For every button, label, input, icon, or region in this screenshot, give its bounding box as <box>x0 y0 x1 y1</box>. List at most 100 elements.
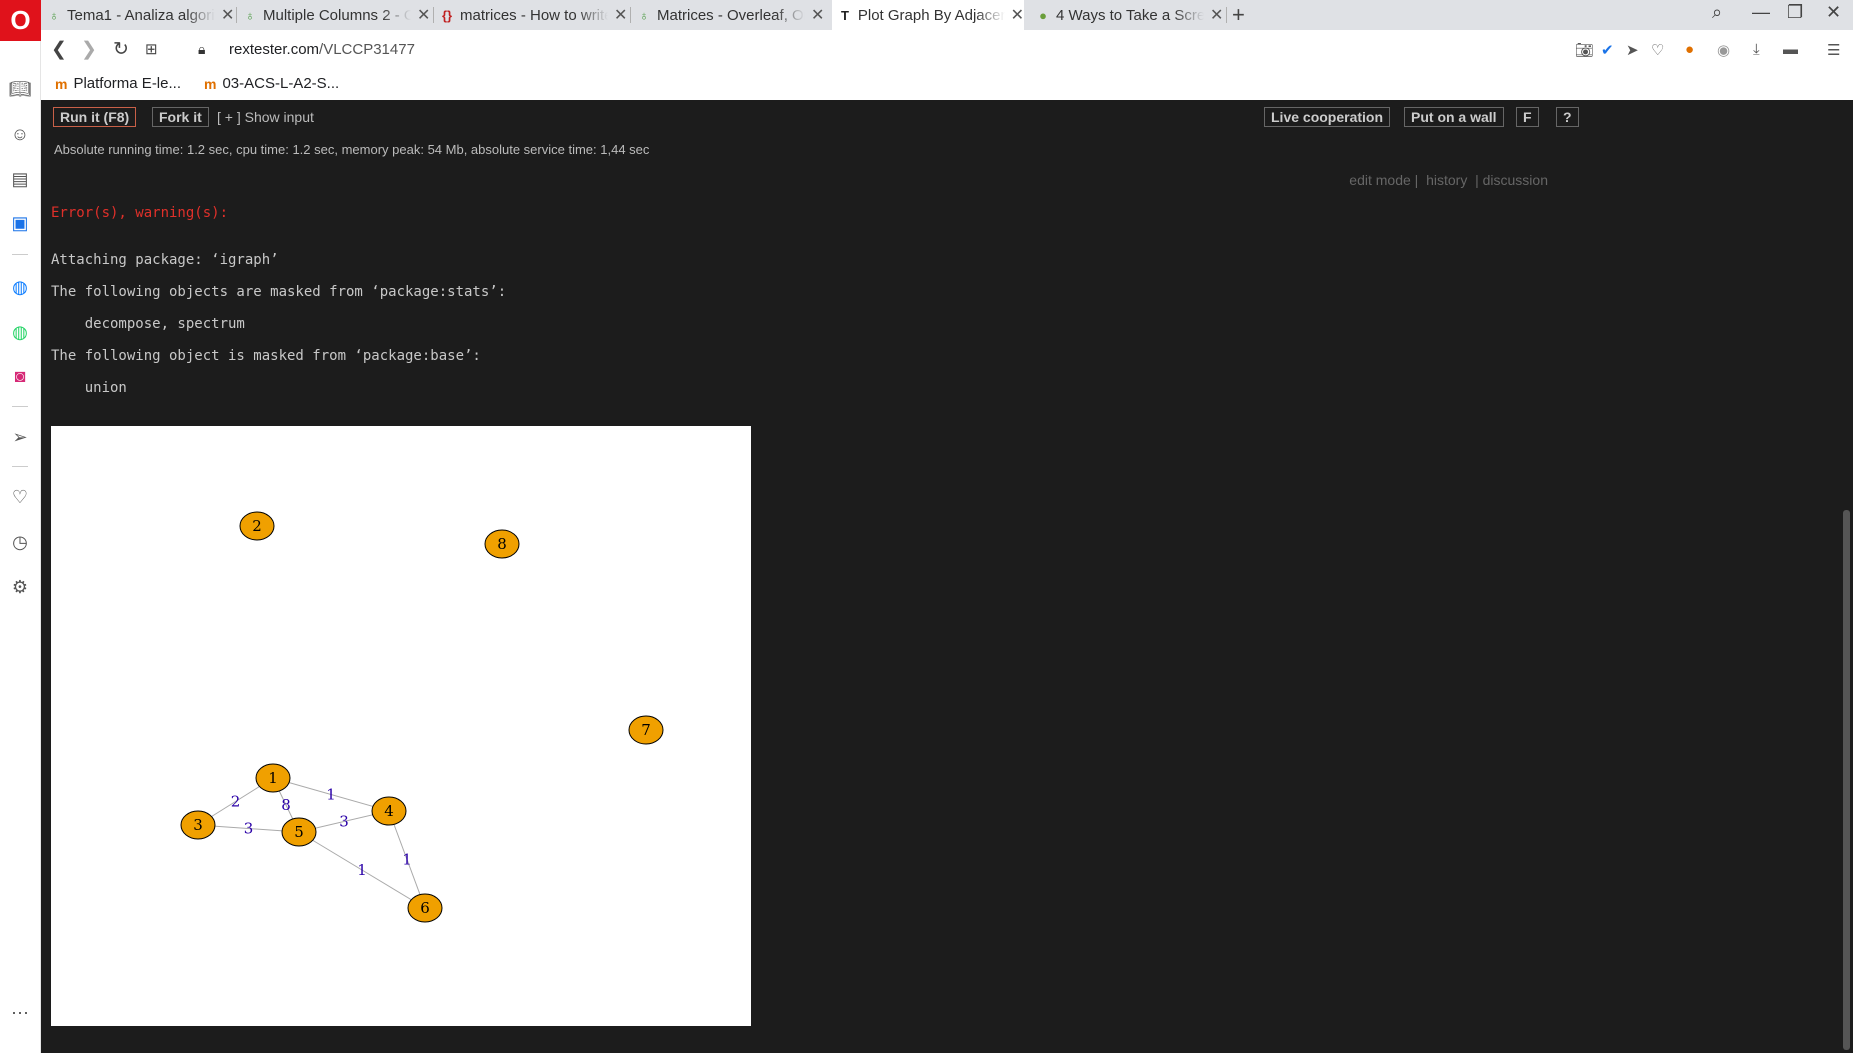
back-icon[interactable]: ❮ <box>51 38 67 61</box>
send-icon[interactable]: ➢ <box>8 425 32 449</box>
more-icon[interactable]: ⋯ <box>8 1001 32 1025</box>
tab-title: Tema1 - Analiza algoritmilor <box>67 6 215 24</box>
close-icon[interactable]: ✕ <box>1210 5 1223 25</box>
output-line: The following object is masked from ‘pac… <box>51 348 481 364</box>
f-button[interactable]: F <box>1516 107 1539 127</box>
tab-grid-icon[interactable]: ⊞ <box>145 40 158 58</box>
tab-bar: ♁ Tema1 - Analiza algoritmilor ✕ ♁ Multi… <box>0 0 1853 30</box>
close-icon[interactable]: ✕ <box>811 5 824 25</box>
error-title: Error(s), warning(s): <box>51 205 229 221</box>
tab-separator <box>1226 7 1227 23</box>
graph-node-label: 7 <box>641 721 651 739</box>
book-icon[interactable]: 📖︎ <box>8 77 32 101</box>
graph-node-label: 3 <box>193 816 203 834</box>
discussion-link[interactable]: | discussion <box>1475 172 1548 188</box>
tab-1[interactable]: ♁ Multiple Columns 2 - Overleaf ✕ <box>237 0 433 30</box>
search-tabs-icon[interactable]: ⌕ <box>1712 2 1722 23</box>
graph-node-label: 5 <box>294 823 304 841</box>
output-line: union <box>51 380 127 396</box>
battery-icon[interactable]: ▬ <box>1783 41 1798 58</box>
forward-icon[interactable]: ❯ <box>81 38 97 61</box>
settings-icon[interactable]: ⚙ <box>8 575 32 599</box>
graph-edge-label: 1 <box>357 861 367 879</box>
lock-icon[interactable]: 🔒︎ <box>198 41 205 58</box>
page-content: Run it (F8) Fork it [ + ] Show input Liv… <box>41 100 1853 1053</box>
tab-title: 4 Ways to Take a Screenshot <box>1056 6 1204 24</box>
help-button[interactable]: ? <box>1556 107 1579 127</box>
overleaf-icon: ♁ <box>49 7 59 23</box>
close-icon[interactable]: ✕ <box>417 5 430 25</box>
instagram-icon[interactable]: ◙ <box>8 364 32 388</box>
smiley-icon[interactable]: ☺ <box>8 122 32 146</box>
scrollbar[interactable] <box>1840 100 1853 1053</box>
new-tab-button[interactable]: + <box>1232 2 1245 28</box>
graph-edge-label: 3 <box>244 820 254 838</box>
history-link[interactable]: history <box>1426 172 1467 188</box>
tab-5[interactable]: ● 4 Ways to Take a Screenshot ✕ <box>1030 0 1226 30</box>
graph-svg: 2 183 31112345678 <box>180 511 664 923</box>
graph-node-label: 4 <box>384 802 394 820</box>
graph-edge-label: 2 <box>231 793 241 811</box>
opera-sidebar: 📖︎ ☺ ▤ ▣ ◍ ◍ ◙ ➢ ♡ ◷ ⚙ ⋯ <box>0 41 41 1053</box>
minimize-icon[interactable]: — <box>1752 2 1770 23</box>
stackexchange-icon: {} <box>441 7 453 23</box>
shield-check-icon[interactable]: ✔ <box>1601 41 1614 59</box>
vpn-icon[interactable]: ● <box>1685 41 1694 58</box>
graph-plot: 218331112345678 <box>51 426 751 1026</box>
reload-icon[interactable]: ↻ <box>113 38 129 61</box>
overleaf-icon: ♁ <box>245 7 255 23</box>
restore-icon[interactable]: ❐ <box>1787 2 1803 23</box>
output-line: decompose, spectrum <box>51 316 245 332</box>
graph-edge-label: 1 <box>402 851 412 869</box>
bookmark-label: 03-ACS-L-A2-S... <box>222 75 340 92</box>
whatsapp-icon[interactable]: ◍ <box>8 320 32 344</box>
tab-4[interactable]: T Plot Graph By Adjacency ✕ <box>832 0 1024 30</box>
run-button[interactable]: Run it (F8) <box>53 107 137 127</box>
close-icon[interactable]: ✕ <box>221 5 234 25</box>
extension-icon[interactable]: ◉ <box>1717 41 1730 59</box>
scrollbar-thumb[interactable] <box>1843 510 1850 1050</box>
address-bar: ❮ ❯ ↻ ⊞ 🔒︎ rextester.com/VLCCP31477 📷︎ ✔… <box>41 30 1853 70</box>
tab-title: Multiple Columns 2 - Overleaf <box>263 6 411 24</box>
close-window-icon[interactable]: ✕ <box>1826 2 1841 23</box>
url-field[interactable]: rextester.com/VLCCP31477 <box>229 41 415 58</box>
heart-icon[interactable]: ♡ <box>8 485 32 509</box>
bookmark-item[interactable]: m Platforma E-le... <box>55 75 181 92</box>
tab-0[interactable]: ♁ Tema1 - Analiza algoritmilor ✕ <box>41 0 236 30</box>
messenger-icon[interactable]: ◍ <box>8 275 32 299</box>
sidebar-separator <box>12 466 28 467</box>
graph-node-label: 6 <box>420 899 430 917</box>
tab-2[interactable]: {} matrices - How to write ✕ <box>434 0 630 30</box>
bookmarks-bar: m Platforma E-le... m 03-ACS-L-A2-S... <box>41 70 1853 100</box>
wikihow-icon: ● <box>1039 7 1047 23</box>
graph-node-label: 1 <box>268 769 278 787</box>
fork-button[interactable]: Fork it <box>152 107 209 127</box>
history-icon[interactable]: ◷ <box>8 530 32 554</box>
bookmark-label: Platforma E-le... <box>73 75 181 92</box>
put-on-wall-button[interactable]: Put on a wall <box>1404 107 1504 127</box>
graph-edge-label: 1 <box>326 786 336 804</box>
close-icon[interactable]: ✕ <box>614 5 627 25</box>
graph-edge-label: 8 <box>281 796 291 814</box>
menu-icon[interactable]: ☰ <box>1827 41 1840 59</box>
bookmark-item[interactable]: m 03-ACS-L-A2-S... <box>204 75 339 92</box>
moodle-icon: m <box>204 75 217 92</box>
heart-icon[interactable]: ♡ <box>1651 41 1664 59</box>
tab-3[interactable]: ♁ Matrices - Overleaf, Online ✕ <box>631 0 827 30</box>
mode-links: edit mode | history | discussion <box>1349 172 1548 188</box>
download-icon[interactable]: ⤓ <box>1753 41 1760 58</box>
graph-edge-label: 3 <box>339 813 349 831</box>
notes-icon[interactable]: ▤ <box>8 167 32 191</box>
run-stats: Absolute running time: 1.2 sec, cpu time… <box>54 142 650 157</box>
output-line: Attaching package: ‘igraph’ <box>51 252 279 268</box>
opera-logo-icon[interactable]: O <box>0 0 41 41</box>
show-input-link[interactable]: [ + ] Show input <box>217 109 314 125</box>
send-icon[interactable]: ➤ <box>1626 41 1639 59</box>
live-cooperation-button[interactable]: Live cooperation <box>1264 107 1391 127</box>
close-icon[interactable]: ✕ <box>1011 5 1024 25</box>
edit-mode-link[interactable]: edit mode | <box>1349 172 1418 188</box>
camera-icon[interactable]: 📷︎ <box>1575 41 1594 59</box>
overleaf-icon: ♁ <box>639 7 649 23</box>
workspace-icon[interactable]: ▣ <box>8 211 32 235</box>
moodle-icon: m <box>55 75 68 92</box>
